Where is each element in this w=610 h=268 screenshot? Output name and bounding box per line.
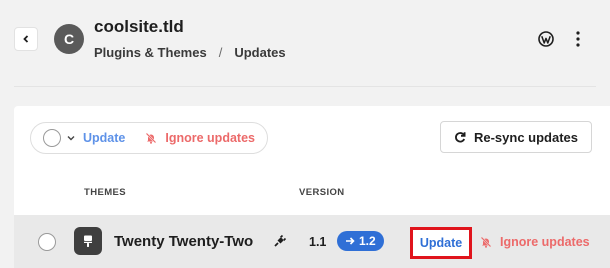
new-version-badge: 1.2 <box>337 231 384 251</box>
column-header-version: VERSION <box>299 187 345 198</box>
bulk-ignore-label: Ignore updates <box>165 131 255 145</box>
table-row: Twenty Twenty-Two 1.1 1.2 Update Ignore … <box>14 215 610 268</box>
refresh-icon <box>455 132 466 143</box>
row-checkbox[interactable] <box>38 233 56 251</box>
header-divider <box>14 86 596 87</box>
back-button[interactable] <box>14 27 38 51</box>
site-avatar: C <box>54 24 84 54</box>
row-update-button[interactable]: Update <box>410 227 472 259</box>
resync-updates-button[interactable]: Re-sync updates <box>440 121 592 153</box>
bulk-update-button[interactable]: Update <box>83 131 125 145</box>
site-title: coolsite.tld <box>94 17 184 36</box>
bell-off-icon <box>480 236 492 248</box>
new-version-label: 1.2 <box>359 234 376 248</box>
row-ignore-updates-button[interactable]: Ignore updates <box>480 235 590 249</box>
row-ignore-label: Ignore updates <box>500 235 590 249</box>
current-version: 1.1 <box>309 235 327 249</box>
bulk-actions-bar: Update Ignore updates <box>30 122 268 154</box>
column-header-themes: THEMES <box>84 187 126 198</box>
plug-icon <box>274 234 287 247</box>
chevron-down-icon[interactable] <box>67 134 75 142</box>
updates-panel: Update Ignore updates Re-sync updates TH… <box>14 106 610 268</box>
chevron-left-icon <box>23 35 29 43</box>
breadcrumb-current: Updates <box>234 45 286 60</box>
arrow-right-icon <box>346 237 355 245</box>
bulk-ignore-updates-button[interactable]: Ignore updates <box>145 131 255 145</box>
more-vertical-icon[interactable] <box>574 30 582 48</box>
breadcrumb-separator: / <box>218 45 223 60</box>
select-all-checkbox[interactable] <box>43 129 61 147</box>
paintbrush-icon <box>84 235 92 247</box>
bell-off-icon <box>146 132 157 144</box>
theme-icon <box>74 227 102 255</box>
resync-label: Re-sync updates <box>473 129 579 145</box>
breadcrumb-parent[interactable]: Plugins & Themes <box>94 45 207 60</box>
theme-name[interactable]: Twenty Twenty-Two <box>114 233 253 250</box>
wordpress-icon[interactable] <box>538 31 554 47</box>
breadcrumb: Plugins & Themes / Updates <box>94 45 286 60</box>
